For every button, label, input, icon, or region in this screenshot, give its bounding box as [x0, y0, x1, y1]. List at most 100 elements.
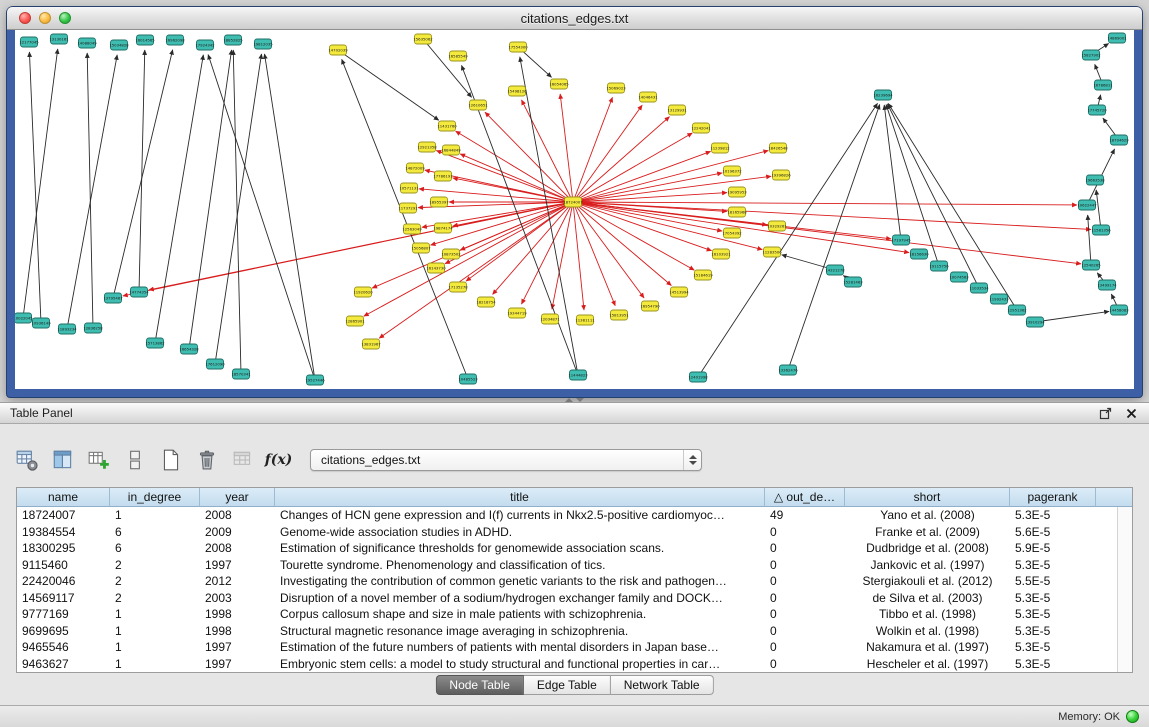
network-node[interactable]: 14046431 — [638, 92, 658, 102]
network-node[interactable]: 12951362 — [1007, 305, 1027, 315]
network-node[interactable]: 16954790 — [640, 301, 660, 311]
network-node[interactable]: 11920620 — [353, 287, 373, 297]
network-node[interactable]: 11283506 — [762, 247, 782, 257]
table-row[interactable]: 1456911722003Disruption of a novel membe… — [17, 590, 1117, 607]
network-node[interactable]: 18724007 — [563, 197, 583, 207]
network-node[interactable]: 15827902 — [1081, 50, 1101, 60]
network-node[interactable]: 11381111 — [575, 315, 595, 325]
network-node[interactable]: 12836258 — [83, 323, 103, 333]
network-node[interactable]: 13362476 — [778, 365, 798, 375]
column-header-pagerank[interactable]: pagerank — [1010, 488, 1096, 507]
network-node[interactable]: 12563049 — [402, 224, 422, 234]
network-node[interactable]: 10622447 — [1077, 200, 1097, 210]
create-column-button[interactable] — [84, 446, 113, 474]
network-node[interactable]: 15281463 — [843, 277, 863, 287]
table-row[interactable]: 946362711997Embryonic stem cells: a mode… — [17, 656, 1117, 673]
network-node[interactable]: 13831967 — [361, 339, 381, 349]
network-node[interactable]: 15034828 — [109, 40, 129, 50]
network-node[interactable]: 10936149 — [31, 318, 51, 328]
network-node[interactable]: 18156630 — [909, 249, 929, 259]
row-height-button[interactable] — [120, 446, 149, 474]
network-node[interactable]: 14872009 — [405, 163, 425, 173]
table-row[interactable]: 1830029562008Estimation of significance … — [17, 540, 1117, 557]
column-header-in_degree[interactable]: in_degree — [110, 488, 200, 507]
table-row[interactable]: 946554611997Estimation of the future num… — [17, 639, 1117, 656]
table-row[interactable]: 911546021997Tourette syndrome. Phenomeno… — [17, 557, 1117, 574]
network-node[interactable]: 10074563 — [949, 272, 969, 282]
network-node[interactable]: 17135278 — [448, 282, 468, 292]
float-panel-button[interactable] — [1097, 405, 1113, 421]
network-canvas-svg[interactable]: 1872400716054065154981261261065111431760… — [15, 30, 1134, 389]
network-node[interactable]: 15184619 — [693, 270, 713, 280]
network-node[interactable]: 12034871 — [540, 314, 560, 324]
column-chooser-button[interactable] — [48, 446, 77, 474]
delete-table-button[interactable] — [192, 446, 221, 474]
network-window-titlebar[interactable]: citations_edges.txt — [7, 7, 1142, 30]
network-node[interactable]: 13910294 — [1025, 317, 1045, 327]
network-node[interactable]: 18218754 — [476, 297, 496, 307]
table-row[interactable]: 977716911998Corpus callosum shape and si… — [17, 606, 1117, 623]
tab-node-table[interactable]: Node Table — [435, 675, 524, 695]
network-node[interactable]: 16844849 — [441, 145, 461, 155]
network-node[interactable]: 10196372 — [722, 166, 742, 176]
import-table-button[interactable] — [228, 446, 257, 474]
network-node[interactable]: 18852825 — [223, 35, 243, 45]
network-node[interactable]: 17786191 — [433, 171, 453, 181]
network-node[interactable]: 12921358 — [417, 142, 437, 152]
column-header-name[interactable]: name — [17, 488, 110, 507]
close-window-button[interactable] — [19, 12, 31, 24]
network-node[interactable]: 18426548 — [768, 143, 788, 153]
table-settings-button[interactable] — [12, 446, 41, 474]
network-node[interactable]: 14088049 — [77, 38, 97, 48]
column-header-year[interactable]: year — [200, 488, 275, 507]
network-canvas[interactable]: 1872400716054065154981261261065111431760… — [15, 30, 1134, 389]
network-node[interactable]: 15069023 — [606, 83, 626, 93]
network-node[interactable]: 12610651 — [468, 100, 488, 110]
table-selector-dropdown[interactable]: citations_edges.txt — [310, 449, 702, 471]
network-node[interactable]: 11581356 — [1091, 225, 1111, 235]
memory-ok-indicator[interactable] — [1126, 710, 1139, 723]
network-node[interactable]: 10329261 — [767, 221, 787, 231]
network-node[interactable]: 11737291 — [398, 203, 418, 213]
function-builder-button[interactable]: f(x) — [264, 446, 293, 474]
network-node[interactable]: 17745720 — [1087, 105, 1107, 115]
network-node[interactable]: 16014565 — [135, 35, 155, 45]
tab-network-table[interactable]: Network Table — [611, 675, 714, 695]
network-node[interactable]: 11033534 — [969, 283, 989, 293]
network-node[interactable]: 17197945 — [891, 235, 911, 245]
zoom-window-button[interactable] — [59, 12, 71, 24]
network-node[interactable]: 15813951 — [609, 310, 629, 320]
network-node[interactable]: 19396826 — [771, 170, 791, 180]
network-node[interactable]: 14774354 — [129, 287, 149, 297]
network-node[interactable]: 12865901 — [345, 316, 365, 326]
network-node[interactable]: 10571131 — [399, 183, 419, 193]
network-node[interactable]: 12177045 — [19, 37, 39, 47]
network-node[interactable]: 19812035 — [253, 39, 273, 49]
network-node[interactable]: 10485523 — [458, 374, 478, 384]
network-node[interactable]: 16962098 — [165, 35, 185, 45]
network-node[interactable]: 15498126 — [507, 86, 527, 96]
network-node[interactable]: 13795467 — [103, 293, 123, 303]
table-row[interactable]: 969969511998Structural magnetic resonanc… — [17, 623, 1117, 640]
network-node[interactable]: 18704629 — [1109, 135, 1129, 145]
network-node[interactable]: 13130161 — [49, 34, 69, 44]
column-header-out_degree[interactable]: △ out_de… — [765, 488, 845, 507]
network-node[interactable]: 19344719 — [507, 308, 527, 318]
network-node[interactable]: 11444823 — [568, 370, 588, 380]
column-header-short[interactable]: short — [845, 488, 1010, 507]
network-node[interactable]: 19095953 — [727, 187, 747, 197]
network-node[interactable]: 16143730 — [426, 263, 446, 273]
network-node[interactable]: 16654328 — [179, 344, 199, 354]
network-node[interactable]: 17612090 — [205, 359, 225, 369]
network-node[interactable]: 19527446 — [305, 375, 325, 385]
network-node[interactable]: 11431760 — [437, 121, 457, 131]
table-row[interactable]: 1938455462009Genome-wide association stu… — [17, 524, 1117, 541]
network-node[interactable]: 16786811 — [1093, 80, 1113, 90]
column-header-title[interactable]: title — [275, 488, 765, 507]
network-node[interactable]: 12401998 — [688, 372, 708, 382]
network-node[interactable]: 14869001 — [1107, 33, 1127, 43]
table-row[interactable]: 2242004622012Investigating the contribut… — [17, 573, 1117, 590]
network-node[interactable]: 17554300 — [508, 42, 528, 52]
network-node[interactable]: 17924342 — [195, 40, 215, 50]
network-node[interactable]: 19874174 — [433, 223, 453, 233]
